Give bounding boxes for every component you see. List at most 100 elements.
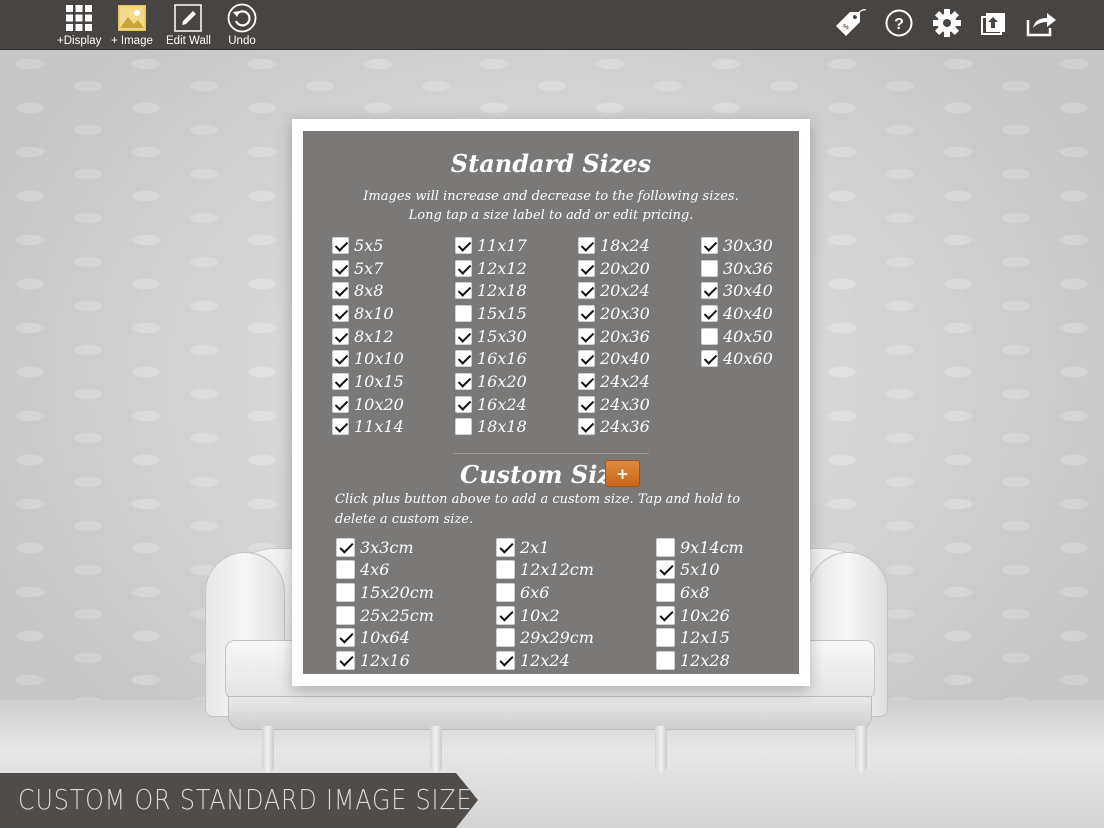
custom-size-option[interactable]: 12x12cm	[496, 559, 636, 582]
custom-size-option[interactable]: 4x6	[336, 559, 476, 582]
standard-size-option[interactable]: 12x12	[455, 257, 575, 280]
standard-size-checkbox[interactable]	[332, 304, 349, 322]
custom-size-checkbox[interactable]	[336, 605, 355, 625]
standard-size-label[interactable]: 10x15	[354, 372, 404, 391]
standard-size-checkbox[interactable]	[701, 327, 718, 345]
custom-size-option[interactable]: 2x1	[496, 536, 636, 559]
custom-size-checkbox[interactable]	[656, 560, 675, 580]
standard-size-label[interactable]: 8x8	[354, 281, 383, 300]
custom-size-label[interactable]: 12x15	[680, 628, 730, 647]
custom-size-label[interactable]: 12x28	[680, 651, 730, 670]
standard-size-label[interactable]: 16x16	[477, 349, 527, 368]
standard-size-checkbox[interactable]	[701, 304, 718, 322]
standard-size-label[interactable]: 10x20	[354, 395, 404, 414]
standard-size-checkbox[interactable]	[701, 236, 718, 254]
standard-size-checkbox[interactable]	[578, 350, 595, 368]
standard-size-option[interactable]: 11x14	[332, 416, 452, 439]
standard-size-checkbox[interactable]	[332, 282, 349, 300]
standard-size-label[interactable]: 30x30	[723, 236, 773, 255]
standard-size-option[interactable]: 11x17	[455, 234, 575, 257]
custom-size-label[interactable]: 12x12cm	[520, 560, 594, 579]
standard-size-checkbox[interactable]	[332, 350, 349, 368]
custom-size-label[interactable]: 9x14cm	[680, 538, 744, 557]
custom-size-label[interactable]: 12x24	[520, 651, 570, 670]
standard-size-option[interactable]: 40x60	[701, 347, 799, 370]
standard-size-option[interactable]: 12x18	[455, 279, 575, 302]
custom-size-checkbox[interactable]	[336, 628, 355, 648]
custom-size-checkbox[interactable]	[656, 605, 675, 625]
standard-size-checkbox[interactable]	[332, 418, 349, 436]
standard-size-label[interactable]: 20x20	[600, 259, 650, 278]
custom-size-label[interactable]: 4x6	[360, 560, 389, 579]
standard-size-label[interactable]: 12x18	[477, 281, 527, 300]
standard-size-option[interactable]: 18x24	[578, 234, 698, 257]
custom-size-label[interactable]: 5x10	[680, 560, 720, 579]
standard-size-checkbox[interactable]	[578, 282, 595, 300]
custom-size-option[interactable]: 10x2	[496, 604, 636, 627]
standard-size-label[interactable]: 15x30	[477, 327, 527, 346]
custom-size-option[interactable]: 15x20cm	[336, 581, 476, 604]
standard-size-option[interactable]: 40x40	[701, 302, 799, 325]
custom-size-label[interactable]: 10x64	[360, 628, 410, 647]
standard-size-checkbox[interactable]	[455, 418, 472, 436]
standard-size-label[interactable]: 40x50	[723, 327, 773, 346]
standard-size-label[interactable]: 30x40	[723, 281, 773, 300]
custom-size-label[interactable]: 15x20cm	[360, 583, 434, 602]
custom-size-option[interactable]: 25x25cm	[336, 604, 476, 627]
standard-size-option[interactable]: 8x8	[332, 279, 452, 302]
custom-size-label[interactable]: 3x3cm	[360, 538, 414, 557]
custom-size-option[interactable]: 12x28	[656, 649, 796, 672]
standard-size-checkbox[interactable]	[701, 282, 718, 300]
custom-size-checkbox[interactable]	[496, 650, 515, 670]
custom-size-checkbox[interactable]	[336, 560, 355, 580]
standard-size-label[interactable]: 5x7	[354, 259, 383, 278]
standard-size-option[interactable]: 30x36	[701, 257, 799, 280]
standard-size-option[interactable]: 20x40	[578, 347, 698, 370]
standard-size-checkbox[interactable]	[455, 304, 472, 322]
custom-size-checkbox[interactable]	[496, 582, 515, 602]
custom-size-option[interactable]: 6x8	[656, 581, 796, 604]
custom-size-checkbox[interactable]	[496, 628, 515, 648]
add-custom-size-button[interactable]: +	[605, 460, 640, 487]
standard-size-checkbox[interactable]	[455, 236, 472, 254]
standard-size-option[interactable]: 20x36	[578, 325, 698, 348]
standard-size-label[interactable]: 24x30	[600, 395, 650, 414]
standard-size-option[interactable]: 18x18	[455, 416, 575, 439]
standard-size-label[interactable]: 18x18	[477, 417, 527, 436]
standard-size-label[interactable]: 20x30	[600, 304, 650, 323]
standard-size-label[interactable]: 20x40	[600, 349, 650, 368]
standard-size-option[interactable]: 10x15	[332, 370, 452, 393]
standard-size-label[interactable]: 10x10	[354, 349, 404, 368]
standard-size-label[interactable]: 11x14	[354, 417, 404, 436]
standard-size-label[interactable]: 11x17	[477, 236, 527, 255]
standard-size-checkbox[interactable]	[701, 259, 718, 277]
standard-size-option[interactable]: 20x24	[578, 279, 698, 302]
standard-size-label[interactable]: 20x36	[600, 327, 650, 346]
custom-size-option[interactable]: 3x3cm	[336, 536, 476, 559]
standard-size-label[interactable]: 8x10	[354, 304, 394, 323]
custom-size-label[interactable]: 10x26	[680, 606, 730, 625]
standard-size-checkbox[interactable]	[701, 350, 718, 368]
custom-size-label[interactable]: 10x2	[520, 606, 560, 625]
standard-size-checkbox[interactable]	[455, 282, 472, 300]
custom-size-checkbox[interactable]	[496, 605, 515, 625]
add-display-button[interactable]: +Display	[57, 3, 101, 47]
custom-size-option[interactable]: 10x64	[336, 626, 476, 649]
custom-size-checkbox[interactable]	[656, 628, 675, 648]
standard-size-option[interactable]: 15x30	[455, 325, 575, 348]
standard-size-checkbox[interactable]	[578, 236, 595, 254]
standard-size-label[interactable]: 8x12	[354, 327, 394, 346]
custom-size-option[interactable]: 12x24	[496, 649, 636, 672]
custom-size-label[interactable]: 29x29cm	[520, 628, 594, 647]
standard-size-checkbox[interactable]	[578, 259, 595, 277]
custom-size-label[interactable]: 12x16	[360, 651, 410, 670]
save-load-button[interactable]	[976, 6, 1010, 40]
standard-size-label[interactable]: 12x12	[477, 259, 527, 278]
standard-size-checkbox[interactable]	[332, 372, 349, 390]
standard-size-label[interactable]: 18x24	[600, 236, 650, 255]
standard-size-option[interactable]: 20x30	[578, 302, 698, 325]
edit-wall-button[interactable]: Edit Wall	[166, 3, 211, 47]
standard-size-checkbox[interactable]	[578, 395, 595, 413]
standard-size-checkbox[interactable]	[578, 304, 595, 322]
standard-size-option[interactable]: 30x40	[701, 279, 799, 302]
